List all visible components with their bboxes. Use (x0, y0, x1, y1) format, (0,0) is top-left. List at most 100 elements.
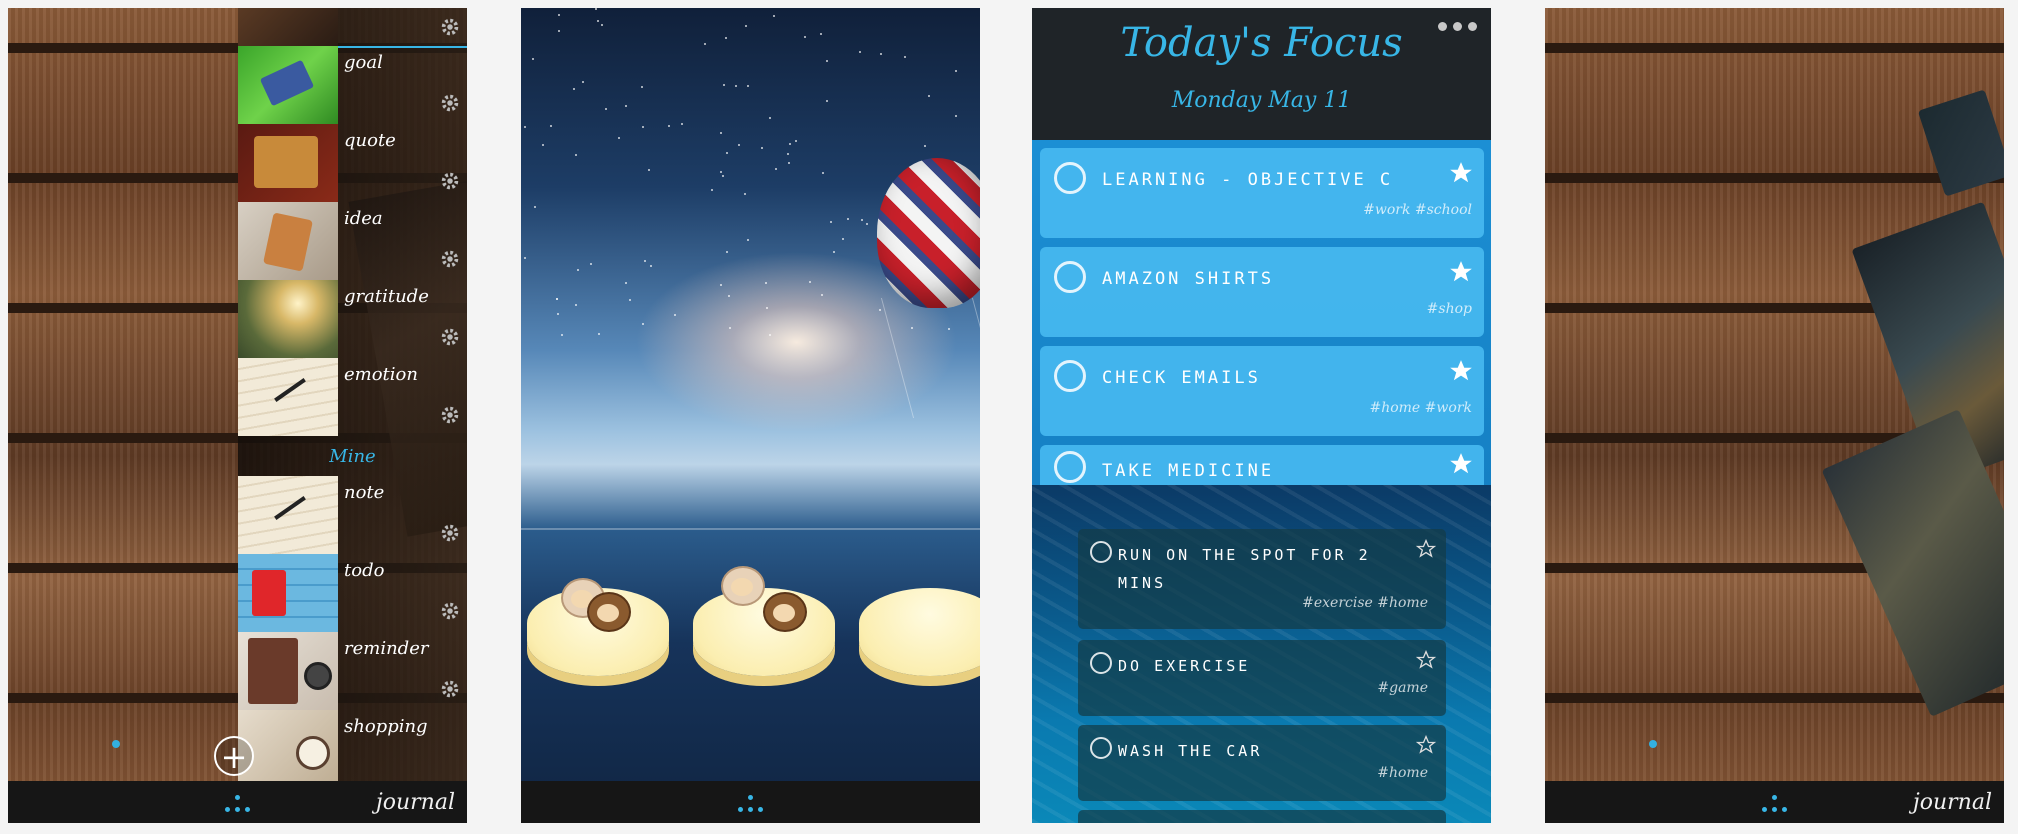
star-icon[interactable] (1448, 160, 1474, 186)
gear-icon[interactable] (439, 326, 461, 348)
star-outline-icon[interactable] (1416, 650, 1436, 670)
gear-icon[interactable] (439, 16, 461, 38)
category-row-note[interactable]: note (238, 476, 467, 554)
category-row-quote[interactable]: quote (238, 124, 467, 202)
focus-card[interactable]: Amazon shirts #shop (1040, 247, 1484, 337)
task-card[interactable]: Run on the spot for 2 mins #exercise #ho… (1078, 529, 1446, 629)
focus-text: Check emails (1102, 368, 1261, 388)
focus-card[interactable]: Learning - Objective C #work #school (1040, 148, 1484, 238)
app-menu-dots-icon[interactable] (734, 795, 768, 815)
star-speck (595, 8, 597, 10)
star-speck (879, 309, 881, 311)
star-icon[interactable] (1448, 259, 1474, 285)
journal-label[interactable]: journal (376, 790, 455, 815)
star-speck (674, 314, 676, 316)
gear-icon[interactable] (439, 678, 461, 700)
task-text: Do exercise (1118, 657, 1251, 675)
gear-icon[interactable] (439, 600, 461, 622)
monkey-character[interactable] (587, 592, 631, 632)
star-speck (726, 251, 728, 253)
star-speck (648, 169, 650, 171)
category-row-reminder[interactable]: reminder (238, 632, 467, 710)
screen-todays-focus: Today's Focus Monday May 11 Learning - O… (1032, 8, 1491, 823)
star-speck (738, 144, 740, 146)
cat-character[interactable] (721, 566, 765, 606)
star-speck (625, 105, 627, 107)
star-speck (729, 327, 731, 329)
row-label: reminder (344, 638, 429, 659)
page-title: Today's Focus (1120, 20, 1403, 66)
task-tags: #home (1377, 765, 1428, 781)
focus-tags: #work #school (1363, 202, 1472, 218)
focus-text: Amazon shirts (1102, 269, 1275, 289)
app-menu-dots-icon[interactable] (1758, 795, 1792, 815)
hot-air-balloon (877, 158, 980, 308)
star-outline-icon[interactable] (1416, 539, 1436, 559)
gear-icon[interactable] (439, 522, 461, 544)
star-speck (644, 260, 646, 262)
gratitude-thumbnail (238, 280, 338, 358)
shopping-thumbnail (238, 710, 338, 781)
focus-tags: #shop (1426, 301, 1472, 317)
category-row-idea[interactable]: idea (238, 202, 467, 280)
app-menu-dots-icon[interactable] (221, 795, 255, 815)
focus-card[interactable]: Take medicine (1040, 445, 1484, 485)
task-tags: #game (1377, 680, 1428, 696)
star-speck (847, 218, 849, 220)
category-row-shopping[interactable]: shopping (238, 710, 467, 781)
category-row-gratitude[interactable]: gratitude (238, 280, 467, 358)
category-row-goal[interactable]: goal (238, 46, 467, 124)
gear-icon[interactable] (439, 170, 461, 192)
bottom-bar: journal (8, 781, 467, 823)
sky-sea-background (521, 8, 980, 823)
check-circle-icon[interactable] (1054, 162, 1086, 194)
task-card[interactable] (1078, 810, 1446, 823)
floating-cushion[interactable] (859, 588, 980, 676)
star-speck (556, 298, 558, 300)
star-icon[interactable] (1448, 451, 1474, 477)
category-row-emotion[interactable]: emotion (238, 358, 467, 436)
add-category-button[interactable]: + (214, 736, 254, 776)
task-card[interactable]: Wash the car #home (1078, 725, 1446, 801)
star-speck (880, 53, 882, 55)
star-speck (575, 154, 577, 156)
row-label: shopping (344, 716, 428, 737)
star-speck (629, 299, 631, 301)
gear-icon[interactable] (439, 404, 461, 426)
star-speck (524, 126, 526, 128)
gear-icon[interactable] (439, 92, 461, 114)
task-tags: #exercise #home (1302, 595, 1428, 611)
journal-label[interactable]: journal (1913, 790, 1992, 815)
star-speck (681, 123, 683, 125)
category-row-todo[interactable]: todo (238, 554, 467, 632)
monkey-character[interactable] (763, 592, 807, 632)
star-speck (820, 33, 822, 35)
star-speck (557, 313, 559, 315)
gear-icon[interactable] (439, 248, 461, 270)
task-card[interactable]: Do exercise #game (1078, 640, 1446, 716)
star-speck (573, 88, 575, 90)
check-circle-icon[interactable] (1090, 652, 1112, 674)
star-speck (582, 81, 584, 83)
task-text: Wash the car (1118, 742, 1263, 760)
star-speck (558, 14, 560, 16)
star-outline-icon[interactable] (1416, 735, 1436, 755)
star-speck (618, 137, 620, 139)
star-speck (601, 24, 603, 26)
check-circle-icon[interactable] (1054, 360, 1086, 392)
check-circle-icon[interactable] (1054, 261, 1086, 293)
check-circle-icon[interactable] (1090, 541, 1112, 563)
check-circle-icon[interactable] (1054, 451, 1086, 483)
star-speck (833, 251, 835, 253)
page-indicator-dot (112, 740, 120, 748)
star-speck (842, 238, 844, 240)
star-speck (720, 132, 722, 134)
star-speck (809, 281, 811, 283)
focus-tags: #home #work (1369, 400, 1472, 416)
star-speck (575, 304, 577, 306)
floating-cushion[interactable] (693, 588, 835, 676)
star-icon[interactable] (1448, 358, 1474, 384)
screen-balloon-scene (521, 8, 980, 823)
check-circle-icon[interactable] (1090, 737, 1112, 759)
focus-card[interactable]: Check emails #home #work (1040, 346, 1484, 436)
